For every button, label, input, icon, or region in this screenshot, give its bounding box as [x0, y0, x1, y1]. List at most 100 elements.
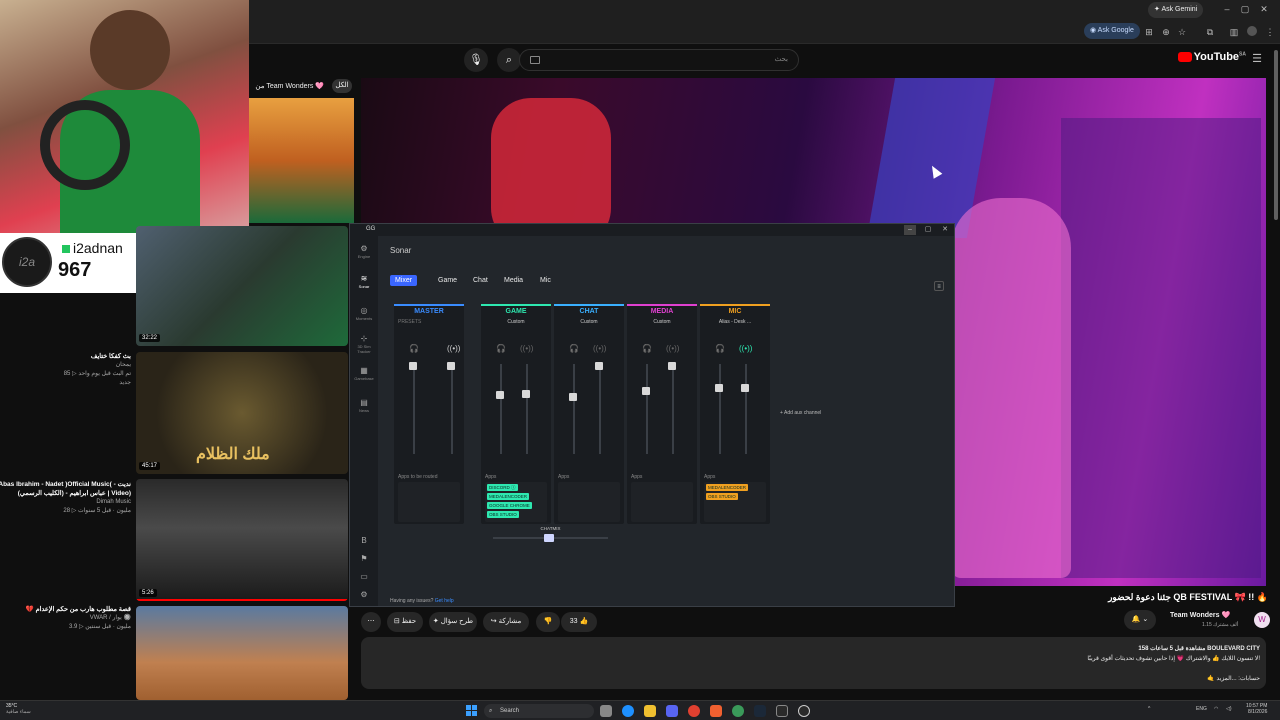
- notification-icon[interactable]: ⚑: [352, 554, 376, 564]
- apps-dropzone[interactable]: [631, 482, 693, 522]
- headphones-icon[interactable]: 🎧: [409, 344, 419, 353]
- stream-handle[interactable]: [668, 362, 676, 370]
- list-item[interactable]: Abas Ibrahim - Nadet )Official Music( ند…: [0, 480, 131, 516]
- stream-slider[interactable]: [745, 364, 747, 454]
- clock[interactable]: 10:57 PM 8/1/2026: [1246, 703, 1267, 715]
- view-all-button[interactable]: الكل: [332, 79, 352, 93]
- hamburger-menu-icon[interactable]: ☰: [1252, 54, 1262, 65]
- wifi-icon[interactable]: ◠: [1214, 706, 1218, 712]
- language-indicator[interactable]: ENG: [1196, 706, 1207, 712]
- edge-icon[interactable]: [622, 705, 634, 717]
- obs-icon[interactable]: [798, 705, 810, 717]
- maximize-icon[interactable]: ▢: [922, 225, 934, 235]
- profile-avatar[interactable]: [1247, 26, 1257, 36]
- list-item[interactable]: بث كفكا ختايف يمحان 85 ▷ تم البث قبل يوم…: [0, 352, 131, 388]
- channel-avatar[interactable]: W: [1254, 612, 1270, 628]
- apps-dropzone[interactable]: [558, 482, 620, 522]
- tab-mixer[interactable]: Mixer: [390, 275, 418, 286]
- tab-mic[interactable]: Mic: [540, 277, 551, 284]
- close-window-icon[interactable]: ✕: [1259, 4, 1269, 14]
- chatmix-handle[interactable]: [544, 534, 554, 542]
- steam-icon[interactable]: [754, 705, 766, 717]
- extensions-icon[interactable]: ⧉: [1205, 27, 1215, 37]
- zoom-icon[interactable]: ⊕: [1161, 27, 1171, 37]
- stream-slider[interactable]: [599, 364, 601, 454]
- chrome-profile-icon[interactable]: [732, 705, 744, 717]
- youtube-logo[interactable]: YouTubeSA: [1177, 51, 1246, 63]
- windows-start-icon[interactable]: [466, 705, 478, 717]
- stream-slider[interactable]: [672, 364, 674, 454]
- tab-game[interactable]: Game: [438, 277, 457, 284]
- volume-slider[interactable]: [413, 364, 415, 454]
- search-button[interactable]: ⌕: [497, 48, 521, 72]
- headphones-icon[interactable]: 🎧: [496, 344, 506, 353]
- translate-icon[interactable]: ⊞: [1144, 27, 1154, 37]
- minimize-icon[interactable]: –: [1222, 4, 1232, 14]
- more-actions-button[interactable]: ⋯: [361, 612, 381, 632]
- browser-menu-icon[interactable]: ⋮: [1265, 27, 1275, 37]
- chatmix-slider[interactable]: CHATMIX: [483, 526, 618, 544]
- stream-slider[interactable]: [451, 364, 453, 454]
- headphones-icon[interactable]: 🎧: [569, 344, 579, 353]
- add-aux-channel-button[interactable]: + Add aux channel: [780, 410, 821, 416]
- volume-slider[interactable]: [500, 364, 502, 454]
- get-help-link[interactable]: Get help: [435, 598, 454, 604]
- volume-slider[interactable]: [646, 364, 648, 454]
- share-button[interactable]: ↪ مشاركة: [483, 612, 529, 632]
- ask-google-button[interactable]: ◉ Ask Google: [1084, 23, 1140, 39]
- broadcast-icon[interactable]: ((•)): [520, 344, 533, 353]
- broadcast-icon[interactable]: ((•)): [739, 344, 752, 353]
- taskbar-search-input[interactable]: ⌕ Search: [484, 704, 594, 718]
- settings-icon[interactable]: ⚙: [352, 590, 376, 600]
- nav-sonar[interactable]: ≋ Sonar: [352, 274, 376, 289]
- like-button[interactable]: 33 👍: [561, 612, 597, 632]
- stream-handle[interactable]: [522, 390, 530, 398]
- chrome-icon[interactable]: [688, 705, 700, 717]
- stream-handle[interactable]: [447, 362, 455, 370]
- volume-icon[interactable]: ◁): [1226, 706, 1232, 712]
- search-input[interactable]: بحث: [519, 49, 799, 71]
- nav-3d-tracker[interactable]: ⊹ 3D Sim Tracker: [352, 334, 376, 354]
- page-scrollbar[interactable]: [1272, 44, 1280, 700]
- volume-handle[interactable]: [715, 384, 723, 392]
- subscribe-button[interactable]: 🔔 ⌄: [1124, 610, 1156, 630]
- close-icon[interactable]: ✕: [939, 225, 951, 235]
- video-thumbnail[interactable]: [136, 606, 348, 700]
- app-icon[interactable]: [710, 705, 722, 717]
- discord-icon[interactable]: [666, 705, 678, 717]
- tab-chat[interactable]: Chat: [473, 277, 488, 284]
- headphones-icon[interactable]: 🎧: [715, 344, 725, 353]
- tab-media[interactable]: Media: [504, 277, 523, 284]
- app-icon[interactable]: [776, 705, 788, 717]
- dislike-button[interactable]: 👎: [536, 612, 560, 632]
- ask-button[interactable]: ✦ طرح سؤال: [429, 612, 477, 632]
- nav-gamebase[interactable]: ▦ Gamebase: [352, 366, 376, 381]
- broadcast-icon[interactable]: ((•)): [593, 344, 606, 353]
- volume-slider[interactable]: [719, 364, 721, 454]
- keyboard-icon[interactable]: [530, 56, 540, 64]
- volume-slider[interactable]: [573, 364, 575, 454]
- ask-gemini-button[interactable]: ✦ Ask Gemini: [1148, 2, 1204, 18]
- minimize-icon[interactable]: –: [904, 225, 916, 235]
- channel-shelf-card[interactable]: من Team Wonders 🩷 الكل: [249, 78, 354, 223]
- chat-icon[interactable]: ▭: [352, 572, 376, 582]
- bookmark-star-icon[interactable]: ☆: [1177, 27, 1187, 37]
- video-thumbnail[interactable]: ملك الظلام 45:17: [136, 352, 348, 474]
- voice-search-button[interactable]: 🎙: [464, 48, 488, 72]
- headphones-icon[interactable]: 🎧: [642, 344, 652, 353]
- nav-engine[interactable]: ⚙ Engine: [352, 244, 376, 259]
- settings-list-icon[interactable]: ≡: [934, 281, 944, 291]
- video-thumbnail[interactable]: 5:26: [136, 479, 348, 601]
- nav-news[interactable]: ▤ News: [352, 398, 376, 413]
- tray-chevron-icon[interactable]: ^: [1148, 706, 1150, 712]
- apps-dropzone[interactable]: DISCORD ⓘ MEDALENCODER GOOGLE CHROME OBS…: [485, 482, 547, 522]
- file-explorer-icon[interactable]: [600, 705, 612, 717]
- apps-dropzone[interactable]: [398, 482, 460, 522]
- volume-handle[interactable]: [409, 362, 417, 370]
- shelf-thumbnail[interactable]: [249, 98, 354, 223]
- volume-handle[interactable]: [642, 387, 650, 395]
- weather-widget[interactable]: 35°C سماء صافية: [6, 703, 31, 715]
- apps-dropzone[interactable]: MEDALENCODER OBS STUDIO: [704, 482, 766, 522]
- broadcast-icon[interactable]: ((•)): [666, 344, 679, 353]
- broadcast-icon[interactable]: ((•)): [447, 344, 460, 353]
